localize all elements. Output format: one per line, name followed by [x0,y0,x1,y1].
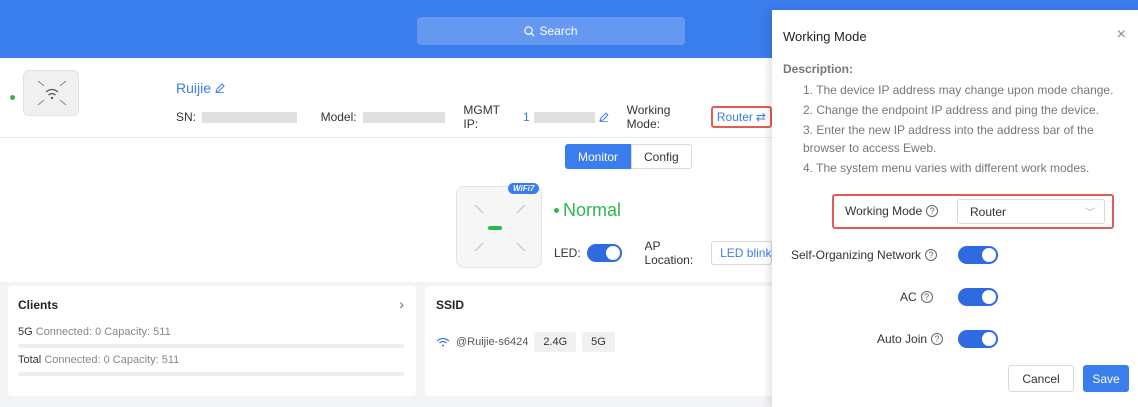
auto-join-toggle[interactable] [958,330,998,348]
ssid-band-tag: 2.4G [534,332,577,352]
working-mode-value: Router [716,110,753,124]
save-button[interactable]: Save [1083,365,1129,392]
description-item: 2. Change the endpoint IP address and pi… [803,103,1099,117]
self-org-network-toggle[interactable] [958,246,998,264]
ssid-row: @Ruijie-s6424 2.4G 5G [436,332,615,352]
help-icon[interactable]: ? [920,291,933,303]
self-org-network-label: Self-Organizing Network ? [791,248,938,262]
device-name-text: Ruijie [176,80,212,96]
working-mode-select[interactable]: Router ﹀ [957,199,1105,224]
mgmt-ip-label: MGMT IP: [463,103,500,131]
ac-label: AC ? [900,290,933,304]
working-mode-switch-button[interactable]: Router ⇄ [710,106,772,128]
working-mode-selected-value: Router [970,205,1007,219]
tab-config[interactable]: Config [631,144,692,169]
ssid-name[interactable]: @Ruijie-s6424 [456,336,528,348]
chevron-down-icon: ﹀ [1085,208,1095,219]
device-thumbnail [23,70,79,116]
working-mode-label: Working Mode: [626,103,671,131]
wifi7-badge: WiFi7 [508,183,540,194]
client-stats-text: Connected: 0 Capacity: 511 [44,354,180,366]
led-blink-button[interactable]: LED blink [711,241,772,265]
ap-led-indicator [488,226,502,230]
led-label: LED: [554,246,581,260]
client-capacity-bar [18,344,404,348]
description-item: 1. The device IP address may change upon… [803,83,1114,97]
led-row: LED: AP Location: LED blink [554,239,772,267]
ac-label-text: AC [900,290,917,304]
sn-masked-value [202,111,297,123]
edit-icon[interactable] [215,83,225,93]
view-tabs: Monitor Config [565,144,692,169]
ap-status-text: Normal [563,200,622,220]
search-icon [524,25,535,37]
working-mode-field-label: Working Mode ? [845,204,939,218]
chevron-right-icon[interactable]: › [399,296,404,312]
device-meta-row: SN: Model: MGMT IP: 1 Working Mode: Rout… [176,103,772,131]
working-mode-field: Working Mode: Router ⇄ [627,103,772,131]
led-toggle[interactable] [586,244,623,262]
help-icon[interactable]: ? [931,333,944,345]
model-label: Model: [320,110,357,124]
description-item: 3. Enter the new IP address into the add… [803,123,1094,155]
help-icon[interactable]: ? [926,205,939,217]
ap-location-label: AP Location: [644,239,694,267]
cancel-button[interactable]: Cancel [1008,365,1074,392]
device-overview-panel: Monitor Config WiFi7 Normal LED: AP Loca… [0,138,772,282]
model-masked-value [362,111,446,123]
client-band-label: Total [18,354,42,366]
device-header: Ruijie SN: Model: MGMT IP: 1 Working Mod… [0,58,772,138]
ap-device-image [456,186,542,268]
working-mode-label-text: Working Mode [845,204,923,218]
search-bar[interactable]: Search [417,17,685,45]
client-stats-text: Connected: 0 Capacity: 511 [35,326,171,338]
ap-status: Normal [554,200,621,221]
description-item: 4. The system menu varies with different… [803,161,1090,175]
description-list: 1. The device IP address may change upon… [803,81,1133,179]
mgmt-ip-masked-value [533,111,595,123]
client-band-label: 5G [18,326,33,338]
client-row-total: Total Connected: 0 Capacity: 511 [18,354,179,366]
ssid-title: SSID [436,298,465,312]
self-org-label-text: Self-Organizing Network [791,248,922,262]
ac-toggle[interactable] [958,288,998,306]
wifi-icon [436,337,450,347]
swap-arrows-icon: ⇄ [755,110,766,124]
sn-label: SN: [176,110,197,124]
help-icon[interactable]: ? [925,249,938,261]
device-name[interactable]: Ruijie [176,80,225,96]
tab-monitor[interactable]: Monitor [565,144,632,169]
client-row-5g: 5G Connected: 0 Capacity: 511 [18,326,171,338]
close-icon[interactable]: × [1117,26,1126,44]
auto-join-label-text: Auto Join [877,332,928,346]
working-mode-drawer: Working Mode × Description: 1. The devic… [772,10,1138,407]
clients-title: Clients [18,298,59,312]
ssid-band-tag: 5G [582,332,615,352]
mgmt-ip-partial: 1 [523,110,530,124]
search-label: Search [539,24,578,38]
edit-ip-icon[interactable] [598,112,609,122]
drawer-title: Working Mode [783,29,867,44]
status-dot [554,208,559,213]
ssid-card: SSID @Ruijie-s6424 2.4G 5G [425,286,785,396]
online-status-dot [10,95,15,100]
clients-card: Clients › 5G Connected: 0 Capacity: 511 … [8,286,416,396]
client-capacity-bar [18,372,404,376]
auto-join-label: Auto Join ? [877,332,944,346]
description-label: Description: [783,62,854,76]
